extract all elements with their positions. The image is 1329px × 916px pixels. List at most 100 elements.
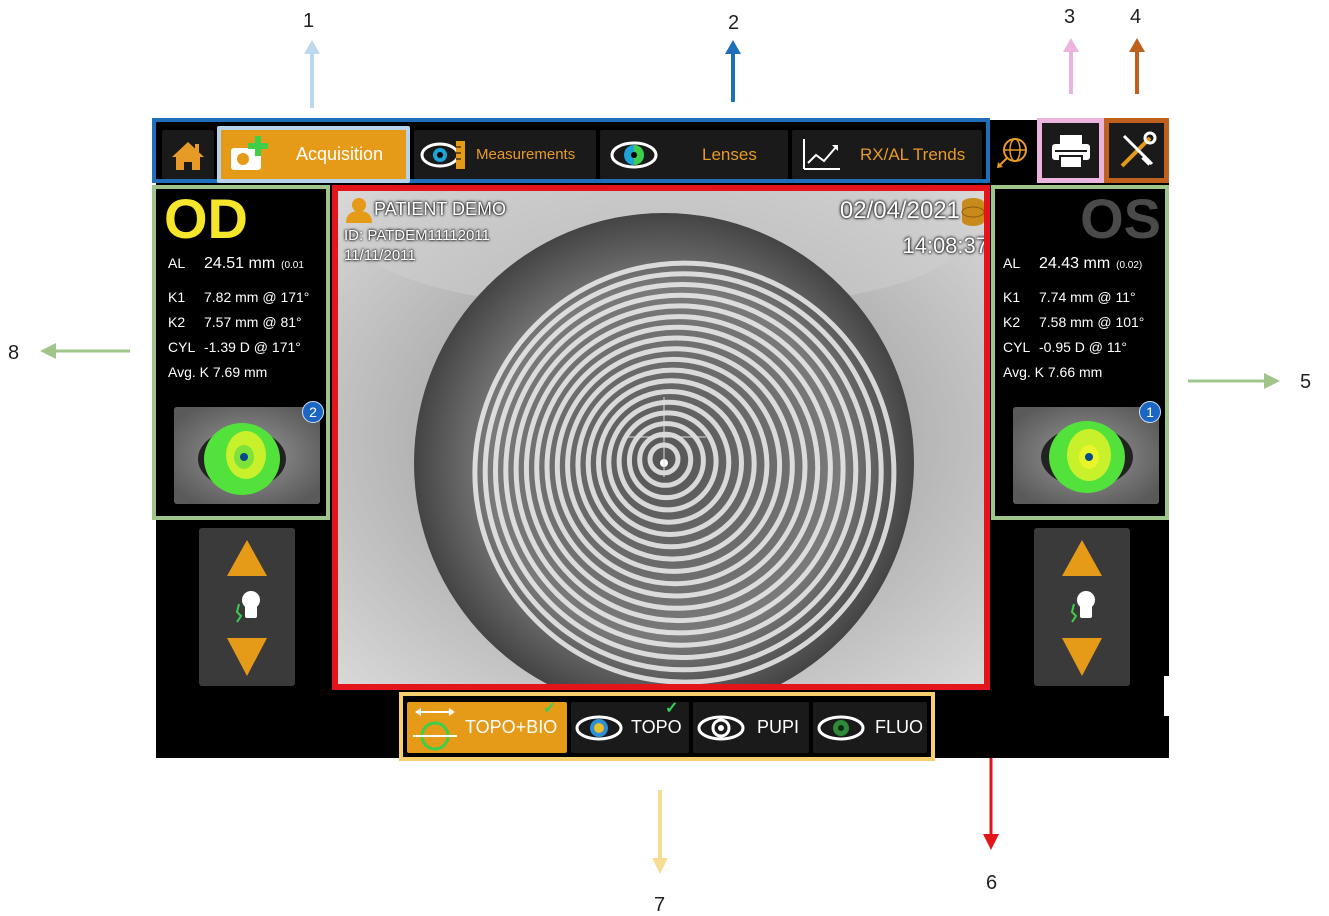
callout-6: 6 (986, 872, 998, 894)
os-k1-row: K1 7.74 mm @ 11° (1003, 289, 1136, 305)
od-k1-key: K1 (168, 289, 186, 305)
exam-date: 02/04/2021 (839, 197, 960, 224)
od-move-up-arrow-icon[interactable] (227, 540, 267, 576)
callout-5: 5 (1300, 371, 1312, 393)
os-al-key: AL (1003, 255, 1021, 271)
patient-birth-date: 11/11/2011 (344, 247, 416, 264)
topo-bio-icon (413, 708, 457, 751)
eye-lens-icon (610, 141, 658, 169)
home-icon (172, 142, 204, 170)
od-eye-label: OD (164, 187, 248, 250)
callout-arrow-5 (1188, 373, 1280, 389)
mode-pupi-button[interactable]: PUPI (693, 702, 809, 753)
od-k2-value: 7.57 mm @ 81° (204, 314, 302, 330)
od-move-down-arrow-icon[interactable] (227, 638, 267, 676)
mode-fluo-label: FLUO (875, 717, 924, 737)
os-acquisition-count-badge: 1 (1139, 401, 1161, 423)
eye-fluo-icon (817, 715, 865, 741)
callout-8: 8 (8, 342, 20, 364)
annotated-screenshot: 1 2 3 4 5 6 7 8 Acquisition Measurements… (0, 0, 1329, 916)
settings-button[interactable] (1104, 118, 1169, 183)
os-cyl-row: CYL -0.95 D @ 11° (1003, 339, 1127, 355)
tab-rx-al-trends-label: RX/AL Trends (860, 144, 966, 164)
callout-4: 4 (1130, 6, 1142, 28)
callout-arrow-1 (304, 40, 320, 108)
language-button[interactable] (990, 126, 1034, 180)
od-cyl-value: -1.39 D @ 171° (204, 339, 301, 355)
head-profile-icon (1070, 591, 1095, 623)
callout-arrow-3 (1063, 38, 1079, 94)
os-topography-thumbnail[interactable] (1013, 407, 1159, 504)
database-icon (961, 198, 984, 226)
os-eye-panel[interactable]: OS AL 24.43 mm (0.02) K1 7.74 mm @ 11° K2 7.… (991, 185, 1169, 520)
os-topography-map (1013, 407, 1159, 504)
callout-arrow-8 (40, 343, 130, 359)
os-k1-key: K1 (1003, 289, 1021, 305)
os-head-position-control (1034, 528, 1130, 686)
od-avgk: Avg. K 7.69 mm (168, 364, 268, 380)
trend-chart-icon (803, 139, 840, 170)
home-button[interactable] (162, 130, 214, 179)
scrollbar-edge (1164, 676, 1169, 716)
callout-arrow-4 (1129, 38, 1145, 94)
callout-3: 3 (1064, 6, 1076, 28)
mode-topo-bio-button[interactable]: TOPO+BIO ✓ (407, 700, 567, 753)
live-eye-camera-view[interactable]: PATIENT DEMO ID: PATDEM11112011 11/11/20… (332, 185, 990, 690)
od-topography-map (174, 407, 320, 504)
tools-icon (1120, 131, 1156, 167)
od-k1-value: 7.82 mm @ 171° (204, 289, 310, 305)
tab-acquisition-label: Acquisition (296, 144, 384, 164)
eye-ruler-icon (420, 141, 465, 169)
mode-topo-label: TOPO (631, 717, 682, 737)
mode-fluo-button[interactable]: FLUO (813, 702, 927, 753)
mode-pupi-label: PUPI (757, 717, 800, 737)
os-k2-value: 7.58 mm @ 101° (1039, 314, 1145, 330)
camera-add-icon (231, 136, 268, 170)
os-cyl-key: CYL (1003, 339, 1031, 355)
tab-lenses[interactable]: Lenses (600, 130, 788, 179)
topo-done-check-icon: ✓ (665, 700, 679, 717)
od-k1-row: K1 7.82 mm @ 171° (168, 289, 309, 305)
os-al-value: 24.43 mm (1039, 255, 1111, 272)
od-al-key: AL (168, 255, 186, 271)
placido-ring-image (338, 191, 984, 684)
od-cyl-key: CYL (168, 339, 196, 355)
od-k2-row: K2 7.57 mm @ 81° (168, 314, 302, 330)
callout-2: 2 (728, 12, 740, 34)
mode-topo-bio-label: TOPO+BIO (465, 717, 558, 737)
globe-icon (997, 138, 1027, 168)
topo-bio-done-check-icon: ✓ (543, 700, 557, 717)
eye-pupil-icon (697, 715, 745, 741)
od-al-value: 24.51 mm (204, 255, 276, 272)
os-k2-key: K2 (1003, 314, 1021, 330)
os-eye-label: OS (1080, 187, 1161, 250)
tab-measurements[interactable]: Measurements (414, 130, 596, 179)
exam-time: 14:08:37 (902, 233, 988, 258)
tab-rx-al-trends[interactable]: RX/AL Trends (792, 130, 982, 179)
print-button[interactable] (1037, 118, 1104, 183)
patient-id: ID: PATDEM11112011 (344, 227, 490, 244)
patient-name: PATIENT DEMO (374, 199, 507, 219)
od-eye-panel[interactable]: OD AL 24.51 mm (0.01 K1 7.82 mm @ 171° K2 7.… (152, 185, 330, 520)
od-acquisition-count-badge: 2 (302, 401, 324, 423)
callout-7: 7 (654, 894, 666, 916)
acquisition-mode-bar: TOPO+BIO ✓ TOPO ✓ PUPI FLUO (399, 692, 935, 761)
tab-acquisition[interactable]: Acquisition (217, 126, 410, 183)
os-move-up-arrow-icon[interactable] (1062, 540, 1102, 576)
mode-topo-button[interactable]: TOPO ✓ (571, 700, 689, 753)
os-move-down-arrow-icon[interactable] (1062, 638, 1102, 676)
od-topography-thumbnail[interactable] (174, 407, 320, 504)
os-al-sd: (0.02) (1116, 260, 1143, 271)
patient-person-icon (346, 198, 372, 223)
os-al-row: AL 24.43 mm (0.02) (1003, 255, 1142, 273)
os-avgk: Avg. K 7.66 mm (1003, 364, 1103, 380)
os-k2-row: K2 7.58 mm @ 101° (1003, 314, 1144, 330)
os-k1-value: 7.74 mm @ 11° (1039, 289, 1136, 305)
od-cyl-row: CYL -1.39 D @ 171° (168, 339, 301, 355)
head-profile-icon (235, 591, 260, 623)
eye-topo-icon (575, 715, 623, 741)
os-cyl-value: -0.95 D @ 11° (1039, 339, 1128, 355)
main-navigation-bar: Acquisition Measurements Lenses RX/AL Tr… (152, 118, 990, 183)
printer-icon (1051, 134, 1090, 169)
od-k2-key: K2 (168, 314, 186, 330)
